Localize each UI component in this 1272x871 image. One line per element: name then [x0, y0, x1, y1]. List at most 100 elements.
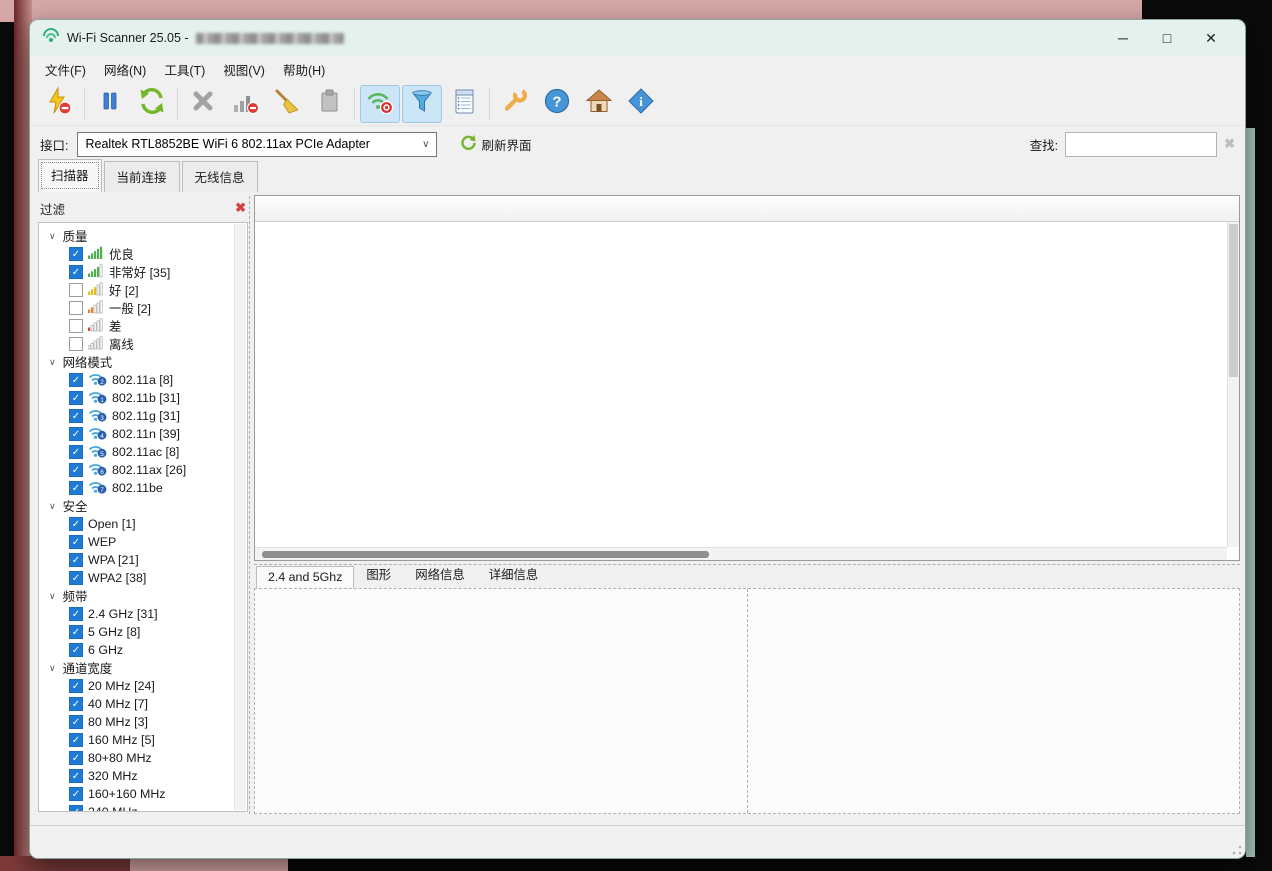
- pause-button[interactable]: [90, 85, 130, 123]
- checkbox[interactable]: ✓: [69, 463, 83, 477]
- filter-item[interactable]: ✓6802.11ax [26]: [39, 461, 247, 479]
- filter-item[interactable]: ✓1802.11b [31]: [39, 389, 247, 407]
- minimize-button[interactable]: ─: [1101, 21, 1145, 55]
- filter-item[interactable]: 一般 [2]: [39, 299, 247, 317]
- panel-splitter[interactable]: [249, 196, 250, 814]
- filter-item[interactable]: ✓160+160 MHz: [39, 785, 247, 803]
- horizontal-scrollbar[interactable]: [255, 547, 1227, 560]
- help-button[interactable]: ?: [537, 85, 577, 123]
- checkbox[interactable]: ✓: [69, 265, 83, 279]
- checkbox[interactable]: ✓: [69, 445, 83, 459]
- adapter-select[interactable]: Realtek RTL8852BE WiFi 6 802.11ax PCIe A…: [77, 132, 437, 157]
- checkbox[interactable]: ✓: [69, 607, 83, 621]
- filter-item[interactable]: ✓优良: [39, 245, 247, 263]
- checkbox[interactable]: [69, 319, 83, 333]
- tab-1[interactable]: 当前连接: [104, 161, 180, 192]
- resize-grip-icon[interactable]: [1232, 845, 1242, 855]
- delete-button[interactable]: [183, 85, 223, 123]
- filter-item[interactable]: ✓7802.11be: [39, 479, 247, 497]
- filter-item[interactable]: ✓40 MHz [7]: [39, 695, 247, 713]
- filter-item[interactable]: ✓320 MHz: [39, 767, 247, 785]
- checkbox[interactable]: ✓: [69, 571, 83, 585]
- checkbox[interactable]: ✓: [69, 427, 83, 441]
- scrollbar-thumb[interactable]: [262, 551, 709, 558]
- filter-item[interactable]: ✓20 MHz [24]: [39, 677, 247, 695]
- filter-group-3[interactable]: ∨频带: [39, 587, 247, 605]
- checkbox[interactable]: ✓: [69, 247, 83, 261]
- filter-group-0[interactable]: ∨质量: [39, 227, 247, 245]
- checkbox[interactable]: ✓: [69, 625, 83, 639]
- checkbox[interactable]: ✓: [69, 517, 83, 531]
- filter-item[interactable]: ✓WEP: [39, 533, 247, 551]
- menu-item-1[interactable]: 网络(N): [95, 56, 155, 83]
- filter-item[interactable]: ✓非常好 [35]: [39, 263, 247, 281]
- checkbox[interactable]: ✓: [69, 553, 83, 567]
- scrollbar-thumb[interactable]: [1229, 224, 1238, 377]
- checkbox[interactable]: ✓: [69, 643, 83, 657]
- paste-button[interactable]: [309, 85, 349, 123]
- filter-item[interactable]: ✓2802.11a [8]: [39, 371, 247, 389]
- clear-search-icon[interactable]: ✖: [1224, 136, 1235, 152]
- menu-item-0[interactable]: 文件(F): [36, 56, 95, 83]
- refresh-interface-button[interactable]: 刷新界面: [460, 134, 531, 155]
- checkbox[interactable]: ✓: [69, 391, 83, 405]
- checkbox[interactable]: [69, 301, 83, 315]
- spectrum-tab-3[interactable]: 详细信息: [477, 561, 551, 588]
- rescan-button[interactable]: [132, 85, 172, 123]
- vertical-scrollbar[interactable]: [1227, 222, 1239, 547]
- filter-scrollbar[interactable]: [234, 224, 246, 810]
- report-button[interactable]: [444, 85, 484, 123]
- filter-item[interactable]: 好 [2]: [39, 281, 247, 299]
- home-button[interactable]: [579, 85, 619, 123]
- filter-item[interactable]: ✓WPA2 [38]: [39, 569, 247, 587]
- settings-button[interactable]: [495, 85, 535, 123]
- spectrum-tab-0[interactable]: 2.4 and 5Ghz: [256, 566, 354, 588]
- filter-item[interactable]: ✓Open [1]: [39, 515, 247, 533]
- checkbox[interactable]: ✓: [69, 787, 83, 801]
- filter-group-2[interactable]: ∨安全: [39, 497, 247, 515]
- filter-item[interactable]: ✓160 MHz [5]: [39, 731, 247, 749]
- tab-2[interactable]: 无线信息: [182, 161, 258, 192]
- filter-item[interactable]: 差: [39, 317, 247, 335]
- filter-item[interactable]: 离线: [39, 335, 247, 353]
- filter-item[interactable]: ✓2.4 GHz [31]: [39, 605, 247, 623]
- scan-disconnect-button[interactable]: [39, 85, 79, 123]
- checkbox[interactable]: ✓: [69, 409, 83, 423]
- tab-0[interactable]: 扫描器: [38, 159, 102, 192]
- checkbox[interactable]: ✓: [69, 481, 83, 495]
- remove-signal-button[interactable]: [225, 85, 265, 123]
- checkbox[interactable]: ✓: [69, 751, 83, 765]
- filter-group-1[interactable]: ∨网络模式: [39, 353, 247, 371]
- checkbox[interactable]: ✓: [69, 697, 83, 711]
- filter-item[interactable]: ✓4802.11n [39]: [39, 425, 247, 443]
- checkbox[interactable]: ✓: [69, 373, 83, 387]
- filter-item[interactable]: ✓5802.11ac [8]: [39, 443, 247, 461]
- maximize-button[interactable]: □: [1145, 21, 1189, 55]
- close-button[interactable]: ✕: [1189, 21, 1233, 55]
- filter-group-4[interactable]: ∨通道宽度: [39, 659, 247, 677]
- search-input[interactable]: [1065, 132, 1217, 157]
- spectrum-tab-2[interactable]: 网络信息: [403, 561, 477, 588]
- about-button[interactable]: i: [621, 85, 661, 123]
- checkbox[interactable]: [69, 337, 83, 351]
- filter-item[interactable]: ✓80 MHz [3]: [39, 713, 247, 731]
- checkbox[interactable]: ✓: [69, 679, 83, 693]
- checkbox[interactable]: ✓: [69, 715, 83, 729]
- menu-item-2[interactable]: 工具(T): [155, 56, 214, 83]
- menu-item-3[interactable]: 视图(V): [214, 56, 274, 83]
- filter-item[interactable]: ✓80+80 MHz: [39, 749, 247, 767]
- stop-wifi-button[interactable]: [360, 85, 400, 123]
- filter-item[interactable]: ✓3802.11g [31]: [39, 407, 247, 425]
- filter-item[interactable]: ✓WPA [21]: [39, 551, 247, 569]
- filter-button[interactable]: [402, 85, 442, 123]
- close-filter-icon[interactable]: ✖: [235, 200, 246, 216]
- checkbox[interactable]: ✓: [69, 805, 83, 812]
- clear-button[interactable]: [267, 85, 307, 123]
- checkbox[interactable]: [69, 283, 83, 297]
- checkbox[interactable]: ✓: [69, 769, 83, 783]
- menu-item-4[interactable]: 帮助(H): [274, 56, 334, 83]
- filter-item[interactable]: ✓6 GHz: [39, 641, 247, 659]
- checkbox[interactable]: ✓: [69, 535, 83, 549]
- filter-item[interactable]: ✓240 MHz: [39, 803, 247, 812]
- spectrum-tab-1[interactable]: 图形: [354, 561, 403, 588]
